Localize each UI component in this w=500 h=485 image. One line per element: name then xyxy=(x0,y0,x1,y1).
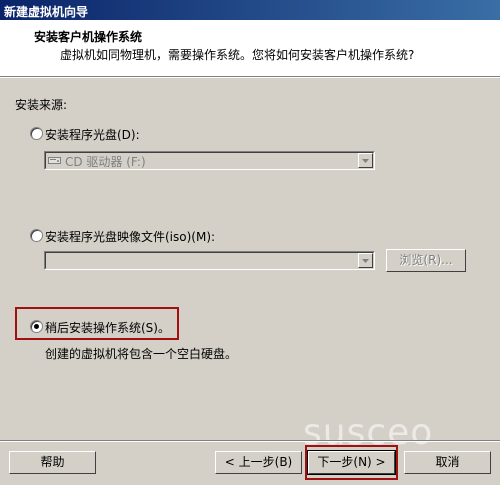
iso-radio[interactable] xyxy=(30,229,43,242)
disc-dropdown-arrow[interactable] xyxy=(358,153,373,168)
browse-button[interactable]: 浏览(R)... xyxy=(386,249,466,272)
cd-drive-icon xyxy=(48,154,61,165)
install-later-description: 创建的虚拟机将包含一个空白硬盘。 xyxy=(45,347,238,361)
header-title: 安装客户机操作系统 xyxy=(34,30,143,44)
header-divider-highlight xyxy=(0,77,500,78)
help-button[interactable]: 帮助 xyxy=(9,451,96,474)
iso-option-label[interactable]: 安装程序光盘映像文件(iso)(M): xyxy=(45,228,215,245)
iso-path-select[interactable] xyxy=(44,251,375,270)
wizard-header: 安装客户机操作系统 虚拟机如同物理机，需要操作系统。您将如何安装客户机操作系统? xyxy=(0,20,500,76)
header-subtitle: 虚拟机如同物理机，需要操作系统。您将如何安装客户机操作系统? xyxy=(60,48,415,62)
install-later-radio[interactable] xyxy=(30,320,43,333)
install-source-label: 安装来源: xyxy=(15,98,68,112)
footer-divider-highlight xyxy=(0,441,500,442)
back-button[interactable]: < 上一步(B) xyxy=(215,451,302,474)
install-later-label[interactable]: 稍后安装操作系统(S)。 xyxy=(45,319,170,336)
next-button[interactable]: 下一步(N) > xyxy=(307,450,396,475)
disc-drive-value: CD 驱动器 (F:) xyxy=(65,155,146,169)
window-title: 新建虚拟机向导 xyxy=(4,5,89,19)
iso-dropdown-arrow[interactable] xyxy=(358,253,373,268)
disc-radio[interactable] xyxy=(30,127,43,140)
disc-option-label[interactable]: 安装程序光盘(D): xyxy=(45,126,140,143)
title-bar: 新建虚拟机向导 xyxy=(0,0,500,20)
cancel-button[interactable]: 取消 xyxy=(404,451,491,474)
disc-drive-select[interactable]: CD 驱动器 (F:) xyxy=(44,151,375,170)
